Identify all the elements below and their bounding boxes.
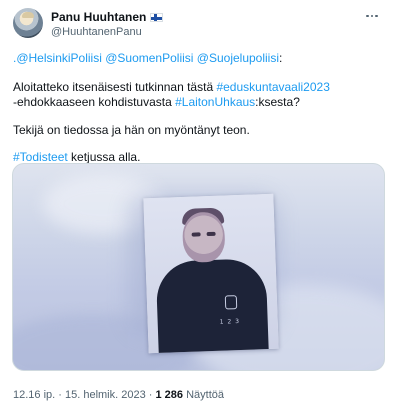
- views-label: Näyttöä: [183, 389, 224, 401]
- more-options-icon[interactable]: [362, 8, 382, 24]
- meta-separator: ·: [55, 389, 65, 401]
- hashtag-laitonuhkaus[interactable]: #LaitonUhkaus: [175, 95, 255, 109]
- author-name-row: Panu Huuhtanen: [51, 10, 164, 24]
- author-avatar[interactable]: [13, 8, 43, 38]
- tweet-metadata: 12.16 ip. · 15. helmik. 2023 · 1 286 Näy…: [13, 389, 224, 401]
- hashtag-eduskuntavaali2023[interactable]: #eduskuntavaali2023: [216, 80, 329, 94]
- author-handle[interactable]: @HuuhtanenPanu: [51, 26, 142, 38]
- tweet-media-photo[interactable]: 1 2 3: [12, 163, 385, 371]
- views-count: 1 286: [155, 389, 184, 401]
- tweet-text-line-4: Tekijä on tiedossa ja hän on myöntänyt t…: [13, 123, 250, 137]
- text-fragment: -ehdokkaaseen kohdistuvasta: [13, 95, 176, 109]
- tweet-card: Panu Huuhtanen @HuuhtanenPanu .@Helsinki…: [0, 0, 394, 414]
- colon: :: [279, 51, 283, 65]
- hashtag-todisteet[interactable]: #Todisteet: [13, 150, 68, 164]
- mention-suojelupoliisi[interactable]: @Suojelupoliisi: [197, 51, 279, 65]
- poster-image: 1 2 3: [143, 193, 279, 354]
- tweet-text-line-mentions: .@HelsinkiPoliisi @SuomenPoliisi @Suojel…: [13, 51, 383, 66]
- tweet-text-line-3: -ehdokkaaseen kohdistuvasta #LaitonUhkau…: [13, 95, 383, 110]
- text-fragment: :ksesta?: [255, 95, 300, 109]
- author-display-name[interactable]: Panu Huuhtanen: [51, 10, 146, 24]
- text-fragment: Aloitatteko itsenäisesti tutkinnan tästä: [13, 80, 217, 94]
- mention-suomen-poliisi[interactable]: @SuomenPoliisi: [105, 51, 193, 65]
- tweet-time[interactable]: 12.16 ip.: [13, 389, 55, 401]
- finland-flag-icon: [150, 12, 164, 22]
- tweet-date[interactable]: 15. helmik. 2023: [65, 389, 146, 401]
- tweet-text-line-2: Aloitatteko itsenäisesti tutkinnan tästä…: [13, 80, 383, 95]
- mention-helsinki-poliisi[interactable]: .@HelsinkiPoliisi: [13, 51, 102, 65]
- text-fragment: ketjussa alla.: [67, 150, 141, 164]
